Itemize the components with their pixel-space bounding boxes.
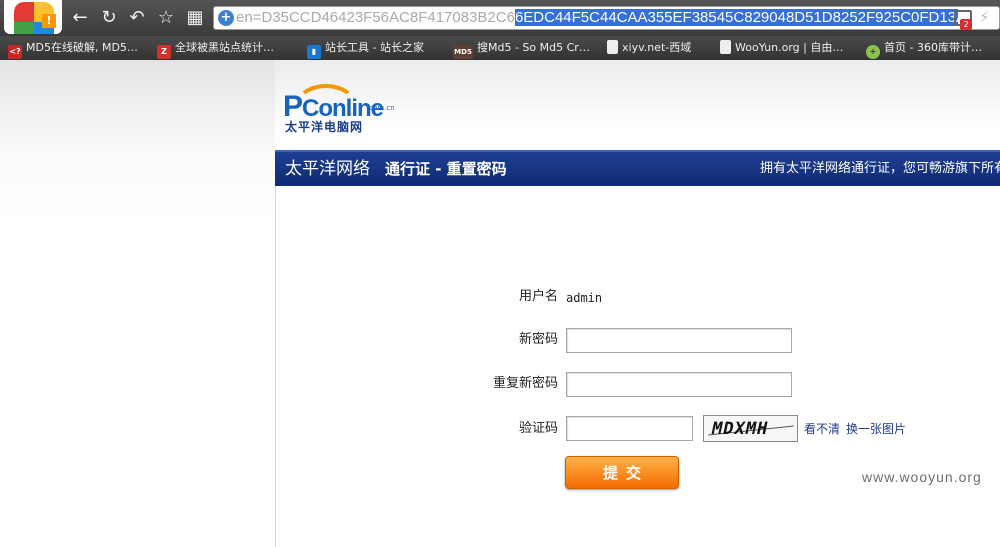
bookmark-xiyv[interactable]: xiyv.net-西域	[607, 40, 691, 56]
page-icon	[720, 40, 731, 54]
bookmark-label: MD5在线破解, MD5…	[26, 41, 138, 54]
back-icon[interactable]: ←	[69, 7, 91, 29]
bookmarks-bar: <? MD5在线破解, MD5… Z 全球被黑站点统计… ▮ 站长工具 - 站长之家 …	[0, 36, 1000, 60]
url-dim-part: en=D35CCD46423F56AC8F417083B2C6	[236, 9, 515, 26]
captcha-input[interactable]	[566, 416, 693, 441]
captcha-label: 验证码	[518, 421, 558, 436]
logo-domain: .com.cn	[367, 104, 395, 112]
page-icon	[607, 40, 618, 54]
warning-icon: !	[42, 14, 56, 28]
captcha-image[interactable]: MDXMH	[703, 415, 798, 442]
logo-quadrant	[14, 22, 34, 34]
username-value: admin	[566, 291, 603, 305]
bookmark-label: 全球被黑站点统计…	[175, 41, 274, 54]
address-bar[interactable]: + en=D35CCD46423F56AC8F417083B2C66EDC44F…	[213, 6, 1000, 30]
browser-app-icon[interactable]: !	[4, 0, 62, 34]
bookmark-md5[interactable]: <? MD5在线破解, MD5…	[8, 40, 138, 59]
page-title: 通行证 - 重置密码	[385, 160, 507, 178]
bookmark-label: 站长工具 - 站长之家	[325, 41, 424, 54]
bookmark-label: 搜Md5 - So Md5 Cr…	[477, 41, 590, 54]
watermark: www.wooyun.org	[862, 469, 982, 485]
change-image-link[interactable]: 换一张图片	[846, 421, 906, 437]
undo-icon[interactable]: ↶	[126, 7, 148, 29]
360-icon: +	[866, 45, 880, 59]
star-icon[interactable]: ☆	[155, 7, 177, 29]
banner-brand: 太平洋网络	[285, 159, 370, 179]
pconline-logo[interactable]: PConline .com.cn 太平洋电脑网	[283, 82, 398, 134]
md5-site-icon: <?	[8, 45, 22, 59]
bookmark-chinaz[interactable]: ▮ 站长工具 - 站长之家	[307, 40, 424, 59]
add-icon[interactable]: +	[218, 10, 234, 26]
cant-see-link[interactable]: 看不清	[804, 421, 840, 437]
new-password-label: 新密码	[518, 332, 558, 347]
bookmark-label: 首页 - 360库带计…	[884, 41, 982, 54]
web-page: PConline .com.cn 太平洋电脑网 太平洋网络 通行证 - 重置密码…	[0, 60, 1000, 547]
captcha-image-text: MDXMH	[709, 419, 771, 439]
logo-subtitle: 太平洋电脑网	[285, 120, 364, 134]
lightning-icon[interactable]: ⚡	[979, 8, 990, 26]
bookmark-zone-h[interactable]: Z 全球被黑站点统计…	[157, 40, 274, 59]
somd5-icon: MD5	[453, 45, 473, 59]
repeat-password-field[interactable]	[566, 372, 792, 397]
username-label: 用户名	[518, 289, 558, 304]
bookmark-label: WooYun.org | 自由…	[735, 41, 844, 54]
extension-badge: 2	[960, 19, 972, 30]
url-text[interactable]: en=D35CCD46423F56AC8F417083B2C66EDC44F5C…	[236, 9, 958, 27]
chinaz-icon: ▮	[307, 45, 321, 59]
submit-button[interactable]: 提交	[565, 456, 679, 489]
bookmark-label: xiyv.net-西域	[622, 41, 692, 54]
page-banner: 太平洋网络 通行证 - 重置密码 拥有太平洋网络通行证，您可畅游旗下所有网站	[275, 150, 1000, 186]
url-selected-part: 6EDC44F5C44CAA355EF38545C829048D51D8252F…	[514, 9, 958, 26]
logo-quadrant	[14, 2, 34, 22]
forward-icon[interactable]: ↻	[98, 7, 120, 29]
new-password-field[interactable]	[566, 328, 792, 353]
bookmark-wooyun[interactable]: WooYun.org | 自由…	[720, 40, 843, 56]
content-border	[275, 150, 276, 547]
repeat-password-label: 重复新密码	[492, 376, 558, 391]
bookmark-somd5[interactable]: MD5 搜Md5 - So Md5 Cr…	[453, 40, 590, 59]
zone-h-icon: Z	[157, 45, 171, 59]
bookmark-360[interactable]: + 首页 - 360库带计…	[866, 40, 982, 59]
left-background	[0, 60, 275, 547]
browser-toolbar: ! ← ↻ ↶ ☆ ▦ + en=D35CCD46423F56AC8F41708…	[0, 0, 1000, 36]
grid-icon[interactable]: ▦	[184, 7, 206, 29]
banner-slogan: 拥有太平洋网络通行证，您可畅游旗下所有网站	[760, 161, 1000, 176]
